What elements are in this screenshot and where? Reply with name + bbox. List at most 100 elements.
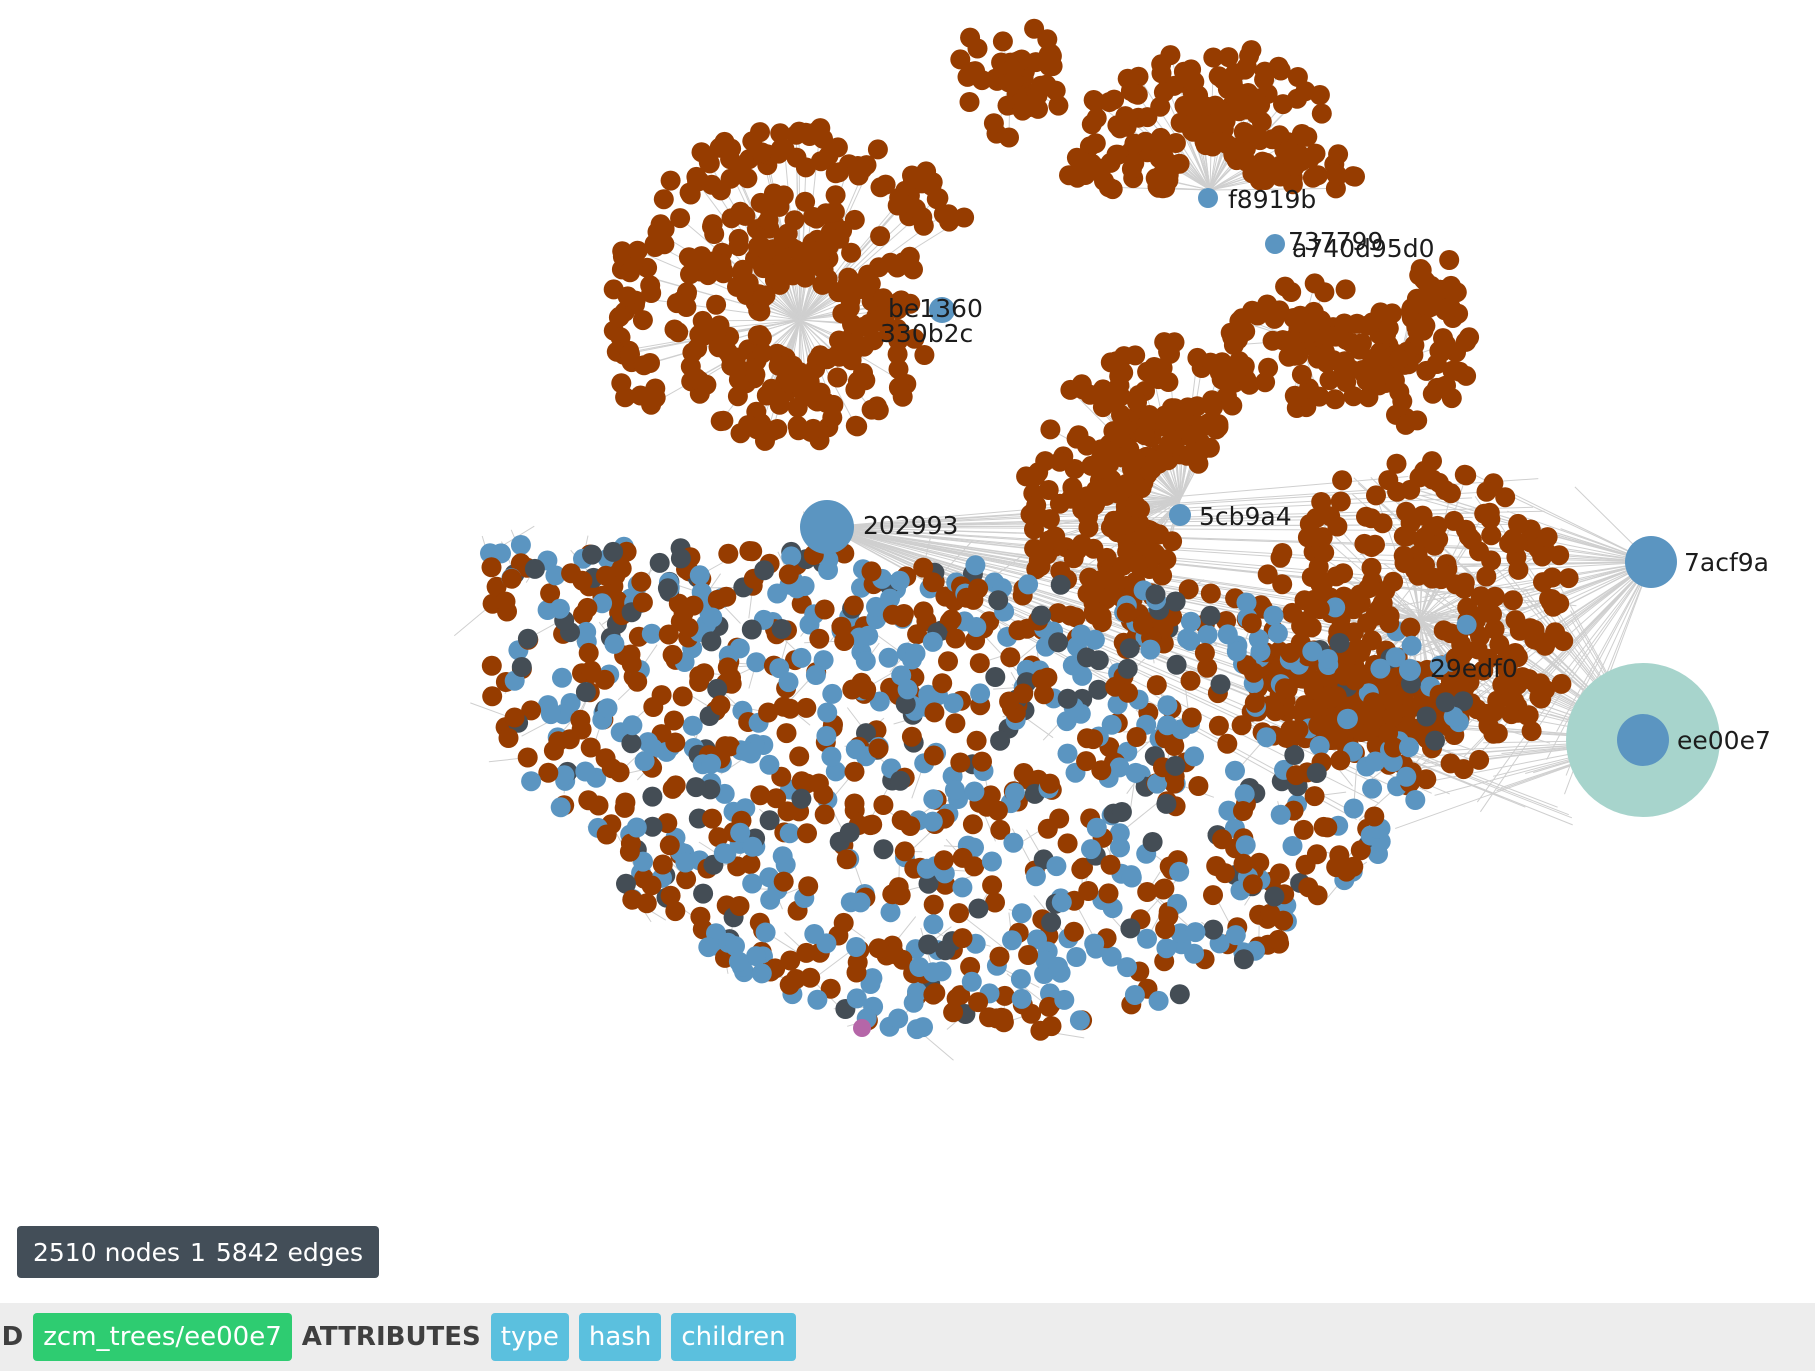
blob-node[interactable] — [800, 967, 821, 988]
tree-node[interactable] — [1184, 746, 1204, 767]
commit-node[interactable] — [1119, 638, 1140, 659]
blob-node[interactable] — [756, 240, 777, 261]
blob-node[interactable] — [1328, 144, 1349, 165]
blob-node[interactable] — [627, 240, 648, 261]
blob-node[interactable] — [1558, 568, 1579, 589]
blob-node[interactable] — [561, 563, 582, 584]
blob-node[interactable] — [1071, 374, 1092, 395]
blob-node[interactable] — [1037, 667, 1058, 688]
blob-node[interactable] — [1233, 853, 1254, 874]
blob-node[interactable] — [776, 723, 797, 744]
blob-node[interactable] — [1551, 673, 1572, 694]
commit-node[interactable] — [1031, 605, 1052, 626]
blob-node[interactable] — [1421, 296, 1442, 317]
blob-node[interactable] — [718, 543, 739, 564]
blob-node[interactable] — [1085, 601, 1106, 622]
blob-node[interactable] — [1533, 572, 1553, 593]
blob-node[interactable] — [778, 564, 799, 585]
blob-node[interactable] — [1231, 715, 1252, 736]
blob-node[interactable] — [1392, 391, 1413, 412]
blob-node[interactable] — [1273, 94, 1293, 115]
tree-node[interactable] — [1226, 641, 1247, 662]
blob-node[interactable] — [687, 338, 708, 359]
tree-node[interactable] — [922, 631, 943, 652]
tree-node[interactable] — [970, 683, 991, 704]
tree-node[interactable] — [1109, 757, 1130, 778]
blob-node[interactable] — [1422, 383, 1443, 404]
blob-node[interactable] — [1078, 881, 1099, 901]
blob-node[interactable] — [1287, 67, 1308, 87]
blob-node[interactable] — [1187, 347, 1208, 368]
blob-node[interactable] — [1424, 535, 1445, 556]
blob-node[interactable] — [860, 815, 881, 836]
commit-node[interactable] — [517, 628, 538, 649]
commit-node[interactable] — [1264, 886, 1285, 907]
tree-node[interactable] — [1250, 641, 1271, 662]
commit-node[interactable] — [918, 934, 939, 955]
blob-node[interactable] — [968, 992, 989, 1013]
blob-node[interactable] — [1191, 417, 1212, 438]
blob-node[interactable] — [689, 665, 710, 686]
blob-node[interactable] — [1152, 565, 1173, 586]
blob-node[interactable] — [749, 325, 770, 345]
blob-node[interactable] — [1269, 863, 1290, 884]
blob-node[interactable] — [773, 228, 794, 249]
blob-node[interactable] — [1057, 833, 1078, 854]
tree-node[interactable] — [713, 843, 734, 864]
tree-node[interactable] — [1157, 715, 1178, 736]
attribute-type-badge[interactable]: type — [490, 1313, 569, 1361]
hub-node-ee00e7[interactable] — [1617, 714, 1669, 766]
tree-node[interactable] — [698, 937, 719, 958]
commit-node[interactable] — [621, 733, 642, 754]
tree-node[interactable] — [1148, 990, 1169, 1011]
commit-node[interactable] — [693, 883, 714, 904]
tree-node[interactable] — [903, 992, 924, 1013]
blob-node[interactable] — [1389, 349, 1410, 370]
blob-node[interactable] — [829, 162, 850, 183]
blob-node[interactable] — [1311, 103, 1332, 124]
blob-node[interactable] — [1453, 577, 1474, 598]
tree-node[interactable] — [821, 746, 842, 767]
blob-node[interactable] — [1239, 374, 1260, 395]
tree-node[interactable] — [746, 652, 767, 673]
blob-node[interactable] — [784, 210, 805, 231]
blob-node[interactable] — [1081, 114, 1102, 135]
tree-node[interactable] — [1185, 922, 1206, 943]
blob-node[interactable] — [1049, 451, 1070, 472]
blob-node[interactable] — [1208, 715, 1229, 736]
blob-node[interactable] — [1018, 97, 1039, 118]
blob-node[interactable] — [870, 226, 891, 247]
blob-node[interactable] — [481, 557, 502, 578]
tree-node[interactable] — [1157, 695, 1178, 716]
tree-node[interactable] — [510, 535, 531, 555]
blob-node[interactable] — [702, 808, 723, 829]
commit-node[interactable] — [1425, 730, 1445, 751]
blob-node[interactable] — [739, 541, 760, 561]
blob-node[interactable] — [670, 208, 691, 229]
blob-node[interactable] — [1153, 450, 1173, 471]
blob-node[interactable] — [1083, 538, 1104, 559]
tree-node[interactable] — [1066, 947, 1087, 967]
commit-node[interactable] — [1048, 632, 1069, 653]
blob-node[interactable] — [899, 246, 920, 267]
blob-node[interactable] — [969, 653, 990, 674]
blob-node[interactable] — [1028, 550, 1049, 571]
blob-node[interactable] — [680, 184, 701, 205]
blob-node[interactable] — [1298, 877, 1319, 898]
commit-node[interactable] — [642, 786, 663, 807]
commit-node[interactable] — [701, 631, 722, 652]
blob-node[interactable] — [620, 262, 640, 283]
blob-node[interactable] — [630, 385, 651, 406]
tree-node[interactable] — [742, 873, 763, 894]
blob-node[interactable] — [967, 38, 988, 59]
tree-node[interactable] — [952, 877, 973, 898]
blob-node[interactable] — [957, 66, 978, 87]
tree-node[interactable] — [1401, 635, 1422, 656]
blob-node[interactable] — [1146, 675, 1167, 696]
blob-node[interactable] — [1203, 397, 1224, 417]
blob-node[interactable] — [1317, 325, 1338, 346]
blob-node[interactable] — [963, 589, 984, 610]
commit-node[interactable] — [524, 558, 545, 579]
blob-node[interactable] — [548, 731, 569, 752]
blob-node[interactable] — [717, 657, 738, 678]
